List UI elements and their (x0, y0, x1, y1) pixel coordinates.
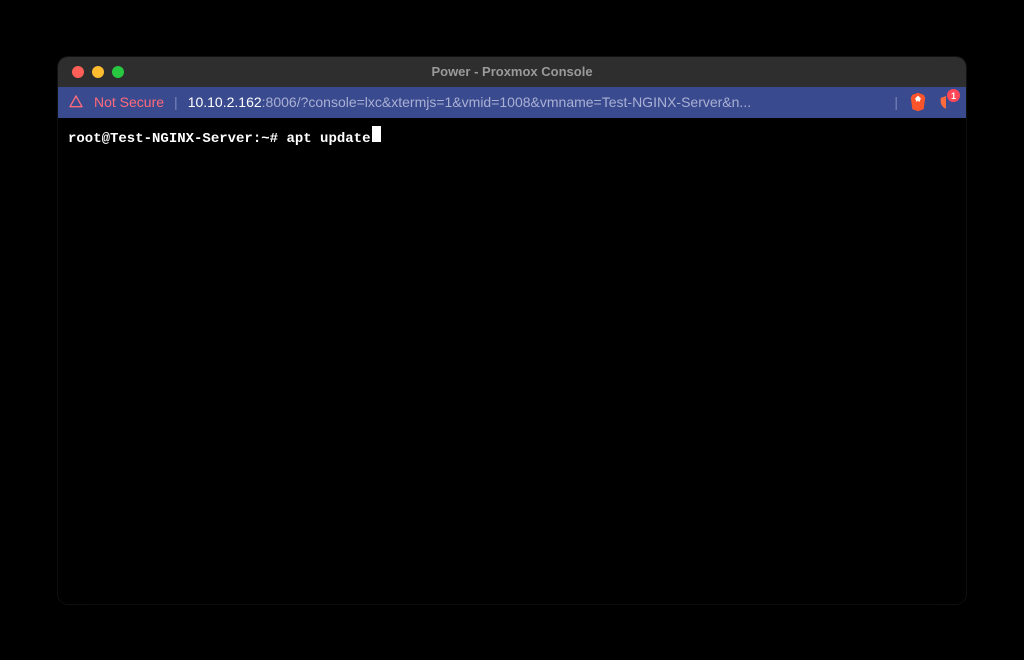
terminal-prompt: root@Test-NGINX-Server:~# (68, 130, 278, 150)
close-button[interactable] (72, 66, 84, 78)
brave-logo-icon[interactable] (908, 92, 928, 112)
terminal[interactable]: root@Test-NGINX-Server:~# apt update (58, 118, 966, 604)
url-bar[interactable]: Not Secure | 10.10.2.162:8006/?console=l… (58, 87, 966, 118)
not-secure-label: Not Secure (94, 94, 164, 110)
brave-shield-icon[interactable]: 1 (936, 92, 956, 112)
url-text[interactable]: 10.10.2.162:8006/?console=lxc&xtermjs=1&… (188, 94, 885, 110)
terminal-line: root@Test-NGINX-Server:~# apt update (68, 126, 956, 150)
minimize-button[interactable] (92, 66, 104, 78)
separator: | (174, 94, 178, 110)
browser-window: Power - Proxmox Console Not Secure | 10.… (58, 57, 966, 604)
zoom-button[interactable] (112, 66, 124, 78)
titlebar[interactable]: Power - Proxmox Console (58, 57, 966, 87)
url-host: 10.10.2.162 (188, 94, 262, 110)
url-actions: 1 (908, 92, 956, 112)
separator: | (894, 94, 898, 110)
window-title: Power - Proxmox Console (58, 64, 966, 79)
url-path: :8006/?console=lxc&xtermjs=1&vmid=1008&v… (262, 94, 751, 110)
not-secure-icon (68, 94, 84, 110)
terminal-command: apt update (286, 130, 370, 150)
terminal-cursor (372, 126, 381, 142)
shield-badge: 1 (947, 89, 960, 102)
traffic-lights (72, 66, 124, 78)
